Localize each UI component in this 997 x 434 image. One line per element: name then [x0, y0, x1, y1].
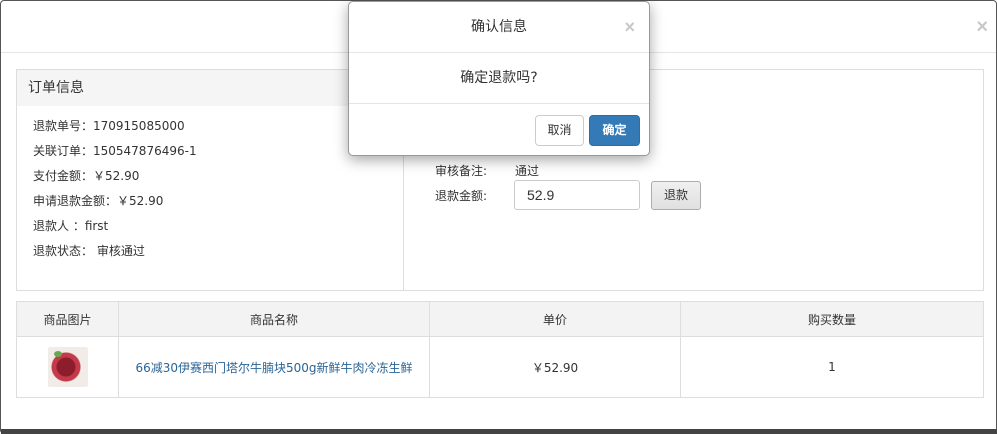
review-note-row: 审核备注: 通过	[435, 162, 539, 179]
header-product-name: 商品名称	[119, 302, 430, 336]
refund-number: 退款单号：170915085000	[33, 119, 185, 133]
related-order: 关联订单：150547876496-1	[33, 144, 197, 158]
confirm-dialog-message: 确定退款吗?	[349, 53, 649, 104]
order-info-section: 订单信息 退款单号：170915085000 关联订单：150547876496…	[17, 70, 404, 290]
product-price: ￥52.90	[430, 337, 681, 397]
table-header-row: 商品图片 商品名称 单价 购买数量	[17, 302, 983, 337]
product-quantity: 1	[828, 360, 836, 374]
confirm-dialog: 确认信息 × 确定退款吗? 取消 确定	[348, 1, 650, 156]
confirm-ok-button[interactable]: 确定	[589, 115, 640, 146]
confirm-close-icon[interactable]: ×	[624, 16, 635, 38]
confirm-dialog-header: 确认信息 ×	[349, 2, 649, 53]
review-note-label: 审核备注:	[435, 164, 488, 178]
refund-amount-row: 退款金额:	[435, 187, 515, 204]
product-thumbnail[interactable]	[47, 347, 88, 387]
paid-amount: 支付金额：￥52.90	[33, 169, 140, 183]
refund-button[interactable]: 退款	[651, 181, 701, 210]
review-note-value: 通过	[515, 164, 540, 178]
table-row: 66减30伊赛西门塔尔牛腩块500g新鲜牛肉冷冻生鲜 ￥52.90 1	[17, 337, 983, 397]
requested-refund-amount: 申请退款金额：￥52.90	[33, 194, 164, 208]
header-product-image: 商品图片	[17, 302, 119, 336]
modal-close-icon[interactable]: ×	[976, 15, 988, 39]
refund-amount-input[interactable]: 52.9	[514, 180, 640, 210]
refund-user: 退款人 ：first	[33, 219, 109, 233]
product-image-cell	[17, 337, 119, 397]
header-quantity: 购买数量	[807, 312, 856, 327]
product-name-cell: 66减30伊赛西门塔尔牛腩块500g新鲜牛肉冷冻生鲜	[119, 337, 430, 397]
refund-amount-label: 退款金额:	[435, 189, 488, 203]
product-table: 商品图片 商品名称 单价 购买数量 66减30伊赛西门塔尔牛腩块500g新鲜牛肉…	[16, 301, 984, 398]
refund-status: 退款状态： 审核通过	[33, 244, 145, 258]
order-info-title: 订单信息	[17, 70, 403, 106]
product-name-link[interactable]: 66减30伊赛西门塔尔牛腩块500g新鲜牛肉冷冻生鲜	[135, 359, 412, 376]
cancel-button[interactable]: 取消	[535, 115, 584, 146]
order-info-list: 退款单号：170915085000 关联订单：150547876496-1 支付…	[33, 116, 197, 266]
confirm-dialog-title: 确认信息	[471, 19, 527, 35]
modal-bottom-edge	[1, 429, 997, 434]
header-unit-price: 单价	[430, 302, 681, 336]
